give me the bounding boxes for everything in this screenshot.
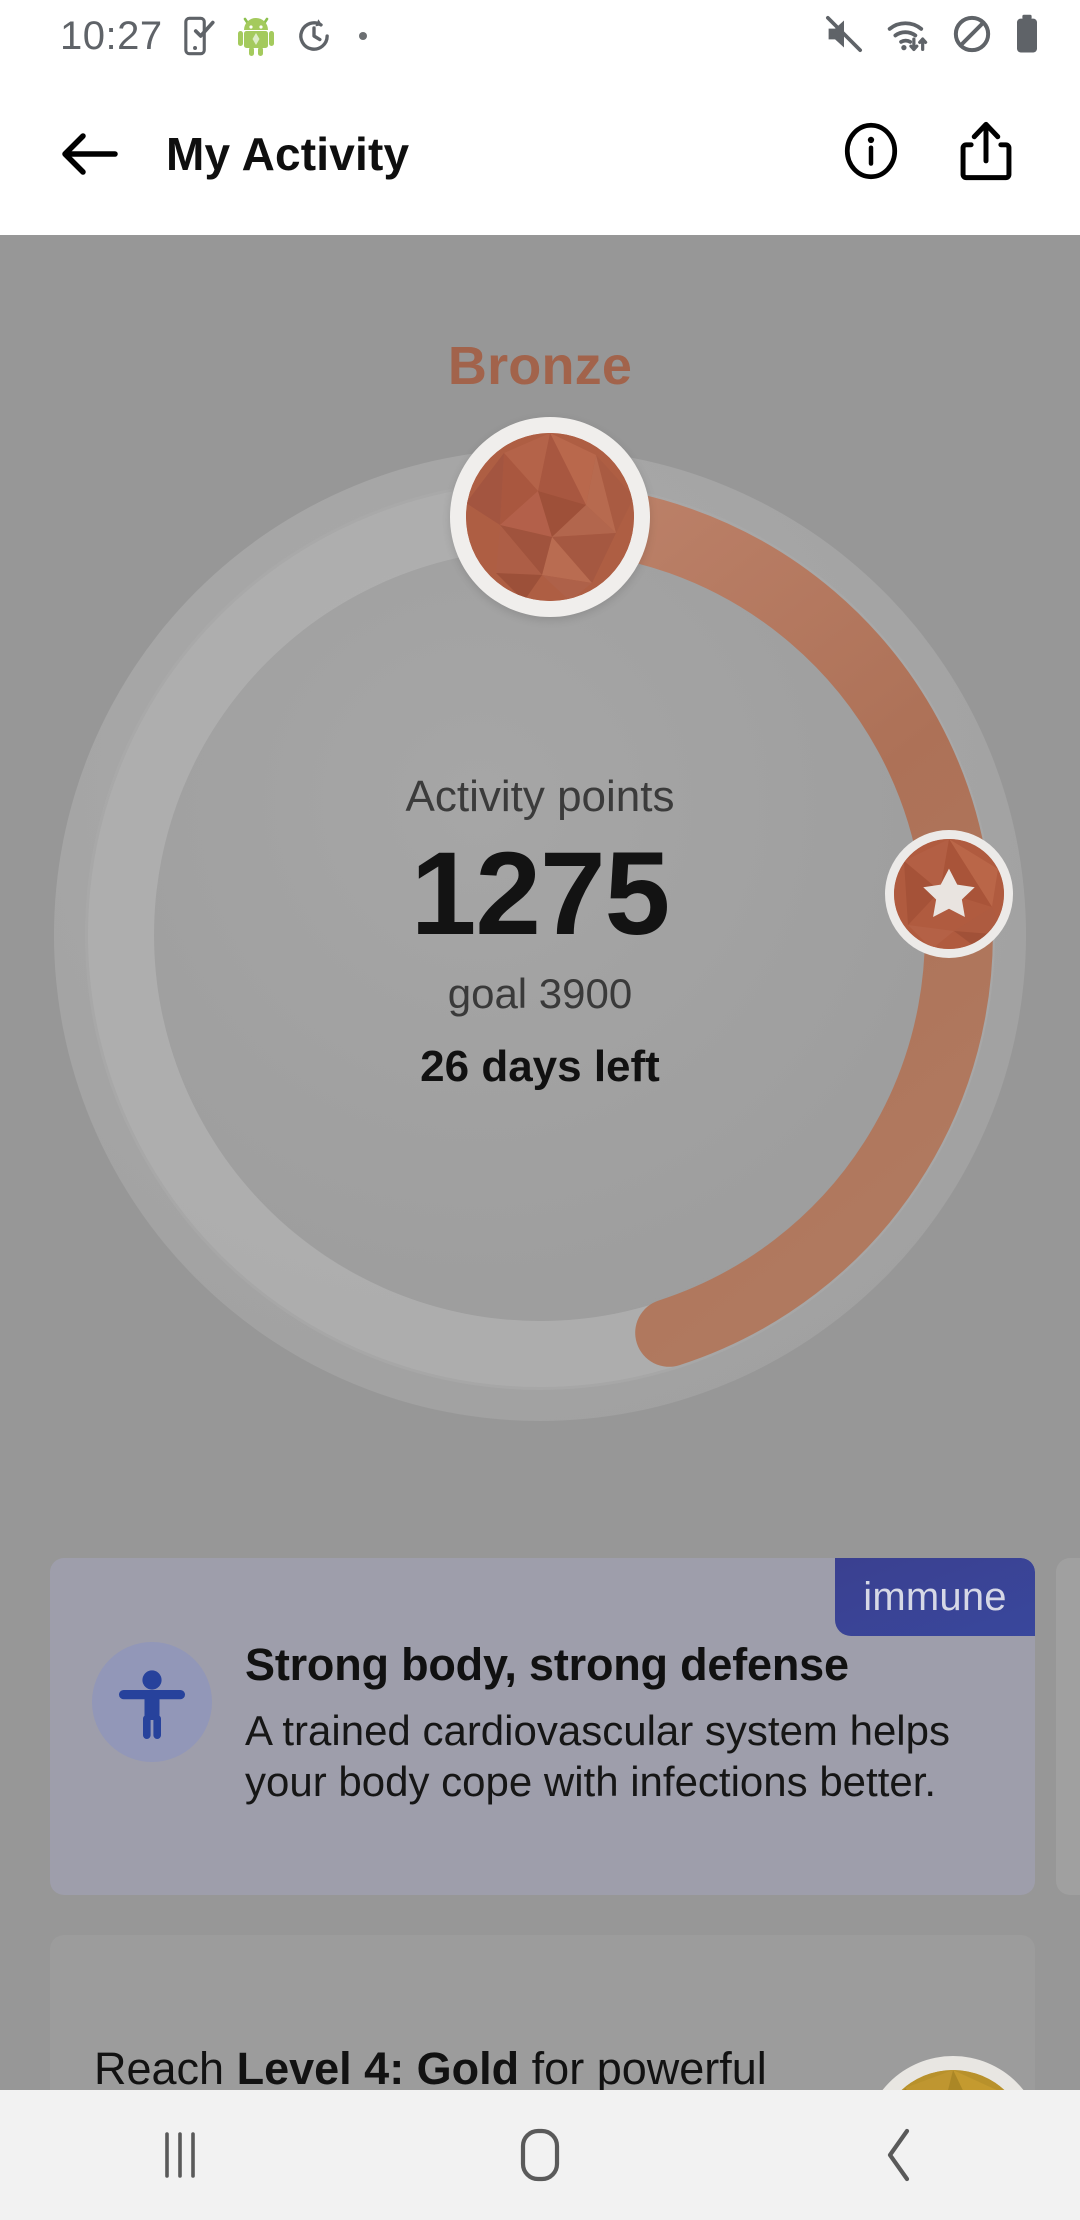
home-icon[interactable] xyxy=(360,2090,720,2220)
card-gold-text-bold: Level 4: Gold xyxy=(236,2043,520,2090)
card-gold-text: Reach Level 4: Gold for powerful xyxy=(94,2039,814,2090)
card-description: A trained cardiovascular system helps yo… xyxy=(245,1706,950,1806)
android-robot-icon xyxy=(237,15,275,57)
status-badge: immune xyxy=(835,1558,1035,1636)
info-card-immune[interactable]: immune Strong body, strong defense A tra… xyxy=(50,1558,1035,1895)
gold-gem-facets xyxy=(877,2070,1029,2090)
card-title: Strong body, strong defense xyxy=(245,1639,849,1690)
status-clock: 10:27 xyxy=(60,14,163,58)
back-arrow-icon[interactable] xyxy=(36,128,144,180)
page-title: My Activity xyxy=(166,127,410,180)
star-badge-icon xyxy=(885,830,1013,958)
bronze-gem-facets xyxy=(466,433,634,601)
recents-icon[interactable] xyxy=(0,2090,360,2220)
card-gold-text-suffix: for powerful xyxy=(519,2043,767,2090)
activity-content: Bronze Activity points 1275 goal 3900 26… xyxy=(0,235,1080,2090)
card-body: Strong body, strong defense A trained ca… xyxy=(92,1636,1005,1807)
app-bar: My Activity xyxy=(0,72,1080,235)
next-card-peek[interactable] xyxy=(1056,1558,1080,1895)
card-text: Strong body, strong defense A trained ca… xyxy=(245,1636,975,1807)
level-name-label: Bronze xyxy=(447,336,633,396)
wifi-data-icon xyxy=(886,14,930,59)
star-badge-facets xyxy=(894,839,1004,949)
phone-check-icon xyxy=(183,16,217,56)
dot-indicator xyxy=(358,32,367,40)
days-left-label: 26 days left xyxy=(420,1041,660,1091)
accessibility-person-icon xyxy=(92,1642,212,1762)
status-bar-left: 10:27 xyxy=(60,15,367,57)
bronze-gem-icon xyxy=(450,417,650,617)
android-nav-bar xyxy=(0,2090,1080,2220)
info-circle-icon[interactable] xyxy=(842,122,900,185)
app-bar-actions xyxy=(842,120,1014,187)
info-card-gold[interactable]: Reach Level 4: Gold for powerful xyxy=(50,1935,1035,2090)
share-icon[interactable] xyxy=(958,120,1014,187)
activity-goal-label: goal 3900 xyxy=(447,969,633,1017)
gold-gem-icon xyxy=(863,2056,1035,2090)
activity-points-value: 1275 xyxy=(410,828,671,961)
activity-progress-ring: Activity points 1275 goal 3900 26 days l… xyxy=(40,417,1040,1435)
clock-restore-icon xyxy=(295,17,333,55)
activity-points-label: Activity points xyxy=(405,771,675,821)
nav-back-icon[interactable] xyxy=(720,2090,1080,2220)
phone-screen: 10:27 My Activity Bronze Activity points… xyxy=(0,0,1080,2220)
status-bar: 10:27 xyxy=(0,0,1080,72)
status-bar-right xyxy=(824,14,1054,59)
card-gold-text-prefix: Reach xyxy=(94,2043,237,2090)
mute-icon xyxy=(824,14,864,59)
status-badge-label: immune xyxy=(863,1574,1007,1619)
battery-full-icon xyxy=(1014,14,1040,59)
do-not-disturb-icon xyxy=(952,14,992,59)
